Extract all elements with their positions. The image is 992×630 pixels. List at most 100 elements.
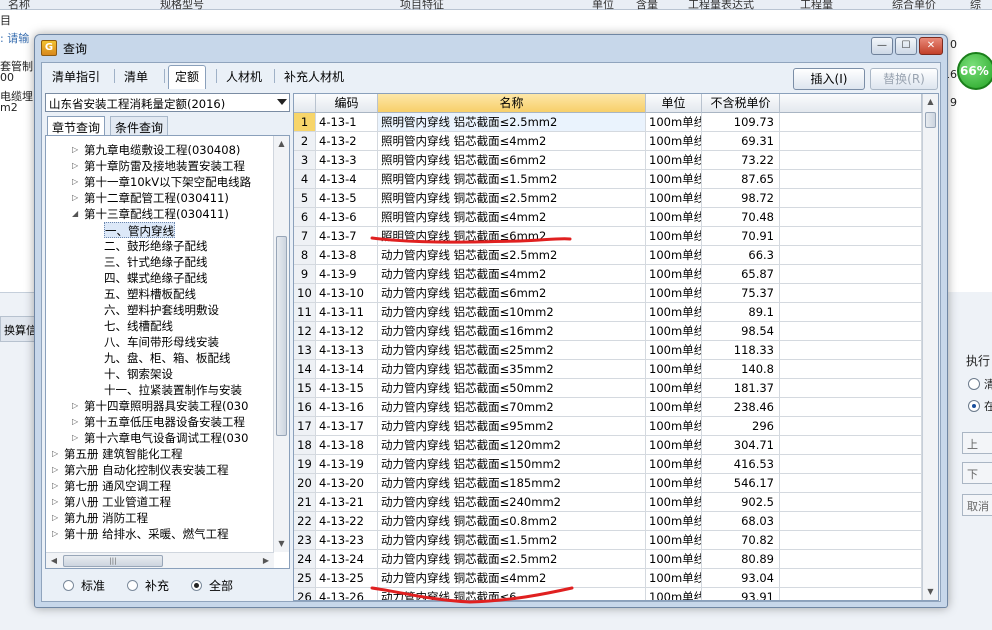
bg-down-button[interactable]: 下 [962, 462, 992, 484]
expand-arrow-icon[interactable]: ▷ [52, 526, 62, 542]
tree-item[interactable]: 第十一章10kV以下架空配电线路 [84, 174, 251, 190]
tree-item[interactable]: 十一、拉紧装置制作与安装 [104, 382, 242, 398]
table-row[interactable]: 20 4-13-20 动力管内穿线 铝芯截面≤185mm2 100m单线 546.17 [294, 474, 922, 493]
bg-tab-conversion[interactable]: 换算信 [0, 316, 36, 342]
expand-arrow-icon[interactable]: ▷ [72, 430, 82, 446]
tree-item[interactable]: 第九章电缆敷设工程(030408) [84, 142, 240, 158]
tree-item[interactable]: 第五册 建筑智能化工程 [64, 446, 183, 462]
table-row[interactable]: 23 4-13-23 动力管内穿线 铜芯截面≤1.5mm2 100m单线 70.82 [294, 531, 922, 550]
tab-condition-query[interactable]: 条件查询 [110, 116, 169, 135]
tree-item[interactable]: 第十六章电气设备调试工程(030 [84, 430, 248, 446]
tree-item[interactable]: 第十章防雷及接地装置安装工程 [84, 158, 245, 174]
expand-arrow-icon[interactable]: ▷ [72, 190, 82, 206]
radio-standard[interactable] [63, 580, 74, 591]
expand-arrow-icon[interactable]: ▷ [72, 158, 82, 174]
expand-arrow-icon[interactable]: ▷ [72, 142, 82, 158]
tree-item[interactable]: 第九册 消防工程 [64, 510, 148, 526]
scroll-thumb[interactable] [925, 112, 936, 128]
grid-header-unit[interactable]: 单位 [646, 94, 702, 113]
tree-item[interactable]: 九、盘、柜、箱、板配线 [104, 350, 231, 366]
table-row[interactable]: 19 4-13-19 动力管内穿线 铝芯截面≤150mm2 100m单线 416.53 [294, 455, 922, 474]
expand-arrow-icon[interactable]: ▷ [52, 478, 62, 494]
grid-header-code[interactable]: 编码 [316, 94, 378, 113]
tree-item[interactable]: 第十三章配线工程(030411) [84, 206, 229, 222]
scroll-down-icon[interactable]: ▼ [923, 584, 938, 600]
tree-item[interactable]: 七、线槽配线 [104, 318, 173, 334]
table-row[interactable]: 10 4-13-10 动力管内穿线 铝芯截面≤6mm2 100m单线 75.37 [294, 284, 922, 303]
table-row[interactable]: 26 4-13-26 动力管内穿线 铜芯截面≤6 100m单线 93.91 [294, 588, 922, 600]
grid-header-name[interactable]: 名称 [378, 94, 646, 113]
tab-quota[interactable]: 定额 [168, 65, 207, 89]
table-row[interactable]: 4 4-13-4 照明管内穿线 铜芯截面≤1.5mm2 100m单线 87.65 [294, 170, 922, 189]
tab-list[interactable]: 清单 [118, 66, 154, 86]
bg-radio-2[interactable] [968, 400, 980, 412]
bg-up-button[interactable]: 上 [962, 432, 992, 454]
replace-button[interactable]: 替换(R) [870, 68, 938, 90]
tree-horizontal-scrollbar[interactable]: ◀ ||| ▶ [46, 552, 274, 568]
table-row[interactable]: 17 4-13-17 动力管内穿线 铝芯截面≤95mm2 100m单线 296 [294, 417, 922, 436]
tree-item[interactable]: 十、钢索架设 [104, 366, 173, 382]
table-row[interactable]: 3 4-13-3 照明管内穿线 铝芯截面≤6mm2 100m单线 73.22 [294, 151, 922, 170]
chevron-down-icon[interactable] [277, 99, 287, 105]
tree-item[interactable]: 八、车间带形母线安装 [104, 334, 219, 350]
expand-arrow-icon[interactable]: ▷ [52, 494, 62, 510]
tree-item[interactable]: 五、塑料槽板配线 [104, 286, 196, 302]
tree-item[interactable]: 第十册 给排水、采暖、燃气工程 [64, 526, 229, 542]
table-row[interactable]: 24 4-13-24 动力管内穿线 铜芯截面≤2.5mm2 100m单线 80.89 [294, 550, 922, 569]
expand-arrow-icon[interactable]: ▷ [72, 414, 82, 430]
table-row[interactable]: 13 4-13-13 动力管内穿线 铝芯截面≤25mm2 100m单线 118.33 [294, 341, 922, 360]
tree-item[interactable]: 二、鼓形绝缘子配线 [104, 238, 208, 254]
table-row[interactable]: 5 4-13-5 照明管内穿线 铜芯截面≤2.5mm2 100m单线 98.72 [294, 189, 922, 208]
tree-item[interactable]: 四、蝶式绝缘子配线 [104, 270, 208, 286]
tree-item[interactable]: 第六册 自动化控制仪表安装工程 [64, 462, 229, 478]
table-row[interactable]: 16 4-13-16 动力管内穿线 铝芯截面≤70mm2 100m单线 238.46 [294, 398, 922, 417]
expand-arrow-icon[interactable]: ▷ [72, 398, 82, 414]
table-row[interactable]: 12 4-13-12 动力管内穿线 铝芯截面≤16mm2 100m单线 98.54 [294, 322, 922, 341]
tree-item[interactable]: 第十五章低压电器设备安装工程 [84, 414, 245, 430]
tree-item[interactable]: 一、管内穿线 [104, 222, 175, 238]
table-row[interactable]: 2 4-13-2 照明管内穿线 铝芯截面≤4mm2 100m单线 69.31 [294, 132, 922, 151]
dialog-titlebar[interactable]: G 查询 — ☐ ✕ [35, 35, 947, 61]
progress-badge[interactable]: 66% [957, 52, 992, 90]
tree-vertical-scrollbar[interactable]: ▲ ▼ [273, 136, 289, 552]
table-row[interactable]: 8 4-13-8 动力管内穿线 铝芯截面≤2.5mm2 100m单线 66.3 [294, 246, 922, 265]
radio-supplement[interactable] [127, 580, 138, 591]
expand-arrow-icon[interactable]: ▷ [52, 510, 62, 526]
expand-arrow-icon[interactable]: ▷ [72, 174, 82, 190]
bg-cancel-button[interactable]: 取消 [962, 494, 992, 516]
scroll-up-icon[interactable]: ▲ [274, 136, 289, 152]
table-row[interactable]: 6 4-13-6 照明管内穿线 铜芯截面≤4mm2 100m单线 70.48 [294, 208, 922, 227]
table-row[interactable]: 22 4-13-22 动力管内穿线 铜芯截面≤0.8mm2 100m单线 68.03 [294, 512, 922, 531]
tab-list-guide[interactable]: 清单指引 [46, 66, 106, 86]
tree-item[interactable]: 三、针式绝缘子配线 [104, 254, 208, 270]
table-row[interactable]: 11 4-13-11 动力管内穿线 铝芯截面≤10mm2 100m单线 89.1 [294, 303, 922, 322]
tab-labor-material[interactable]: 人材机 [220, 66, 268, 86]
radio-all[interactable] [191, 580, 202, 591]
bg-radio-1[interactable] [968, 378, 980, 390]
scroll-thumb[interactable]: ||| [63, 555, 163, 567]
grid-header-price[interactable]: 不含税单价 [702, 94, 780, 113]
grid-vertical-scrollbar[interactable]: ▲ ▼ [922, 94, 938, 600]
collapse-arrow-icon[interactable]: ◢ [72, 206, 82, 222]
table-row[interactable]: 25 4-13-25 动力管内穿线 铜芯截面≤4mm2 100m单线 93.04 [294, 569, 922, 588]
insert-button[interactable]: 插入(I) [793, 68, 865, 90]
table-row[interactable]: 14 4-13-14 动力管内穿线 铝芯截面≤35mm2 100m单线 140.8 [294, 360, 922, 379]
table-row[interactable]: 7 4-13-7 照明管内穿线 铜芯截面≤6mm2 100m单线 70.91 [294, 227, 922, 246]
tab-chapter-query[interactable]: 章节查询 [47, 116, 106, 136]
maximize-icon[interactable]: ☐ [895, 37, 917, 55]
minimize-icon[interactable]: — [871, 37, 893, 55]
table-row[interactable]: 15 4-13-15 动力管内穿线 铝芯截面≤50mm2 100m单线 181.37 [294, 379, 922, 398]
expand-arrow-icon[interactable]: ▷ [52, 446, 62, 462]
tree-item[interactable]: 第十二章配管工程(030411) [84, 190, 229, 206]
table-row[interactable]: 1 4-13-1 照明管内穿线 铝芯截面≤2.5mm2 100m单线 109.73 [294, 113, 922, 132]
tree-item[interactable]: 第八册 工业管道工程 [64, 494, 171, 510]
scroll-right-icon[interactable]: ▶ [258, 553, 274, 568]
expand-arrow-icon[interactable]: ▷ [52, 462, 62, 478]
table-row[interactable]: 21 4-13-21 动力管内穿线 铝芯截面≤240mm2 100m单线 902.5 [294, 493, 922, 512]
tree-item[interactable]: 第七册 通风空调工程 [64, 478, 171, 494]
close-icon[interactable]: ✕ [919, 37, 943, 55]
scroll-thumb[interactable] [276, 236, 287, 436]
tree-item[interactable]: 六、塑料护套线明敷设 [104, 302, 219, 318]
table-row[interactable]: 9 4-13-9 动力管内穿线 铝芯截面≤4mm2 100m单线 65.87 [294, 265, 922, 284]
quota-library-select[interactable]: 山东省安装工程消耗量定额(2016) [45, 93, 290, 112]
